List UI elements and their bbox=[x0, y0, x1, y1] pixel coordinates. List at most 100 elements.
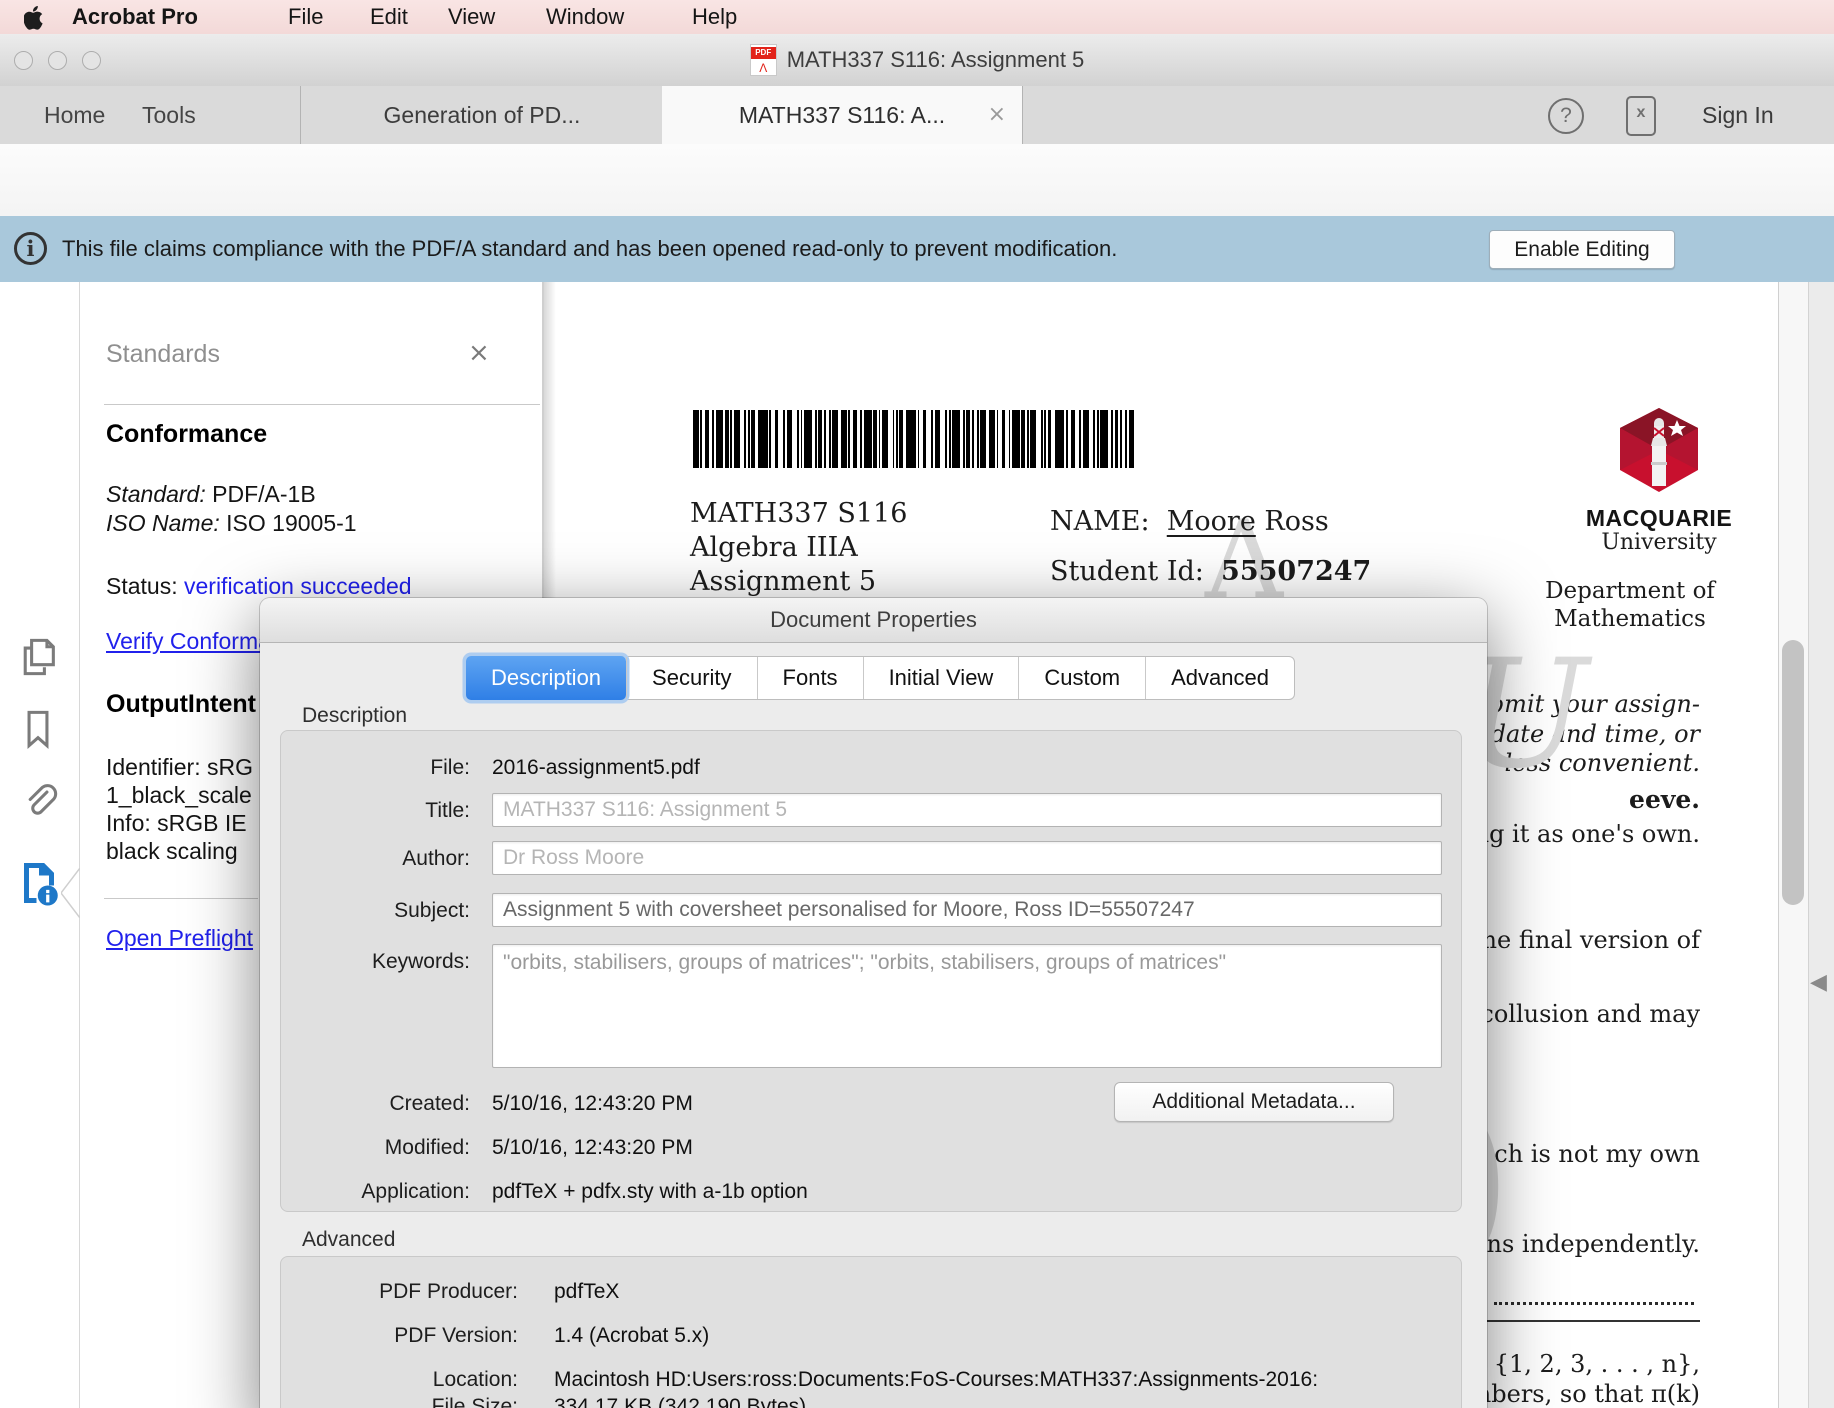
rule-line bbox=[1482, 1320, 1700, 1322]
nav-home[interactable]: Home bbox=[44, 86, 105, 144]
subject-input[interactable]: Assignment 5 with coversheet personalise… bbox=[492, 893, 1442, 927]
enable-editing-button[interactable]: Enable Editing bbox=[1489, 230, 1675, 269]
status-value: verification succeeded bbox=[184, 573, 412, 599]
attachments-icon[interactable] bbox=[16, 778, 60, 824]
sign-in-link[interactable]: Sign In bbox=[1702, 86, 1774, 144]
barcode bbox=[693, 410, 1240, 468]
document-properties-dialog: Document Properties Description Security… bbox=[260, 598, 1487, 1408]
panel-callout-notch bbox=[61, 868, 80, 918]
dotted-signature-line bbox=[1494, 1302, 1694, 1305]
tab-advanced[interactable]: Advanced bbox=[1145, 657, 1294, 699]
assignment-title: Assignment 5 bbox=[690, 566, 876, 597]
logo-subtitle: University bbox=[1576, 530, 1742, 555]
additional-metadata-button[interactable]: Additional Metadata... bbox=[1114, 1082, 1394, 1122]
menu-item-view[interactable]: View bbox=[448, 0, 495, 34]
outputintent-heading: OutputIntent bbox=[106, 690, 256, 719]
doc-tab-bar: Home Tools Generation of PD... MATH337 S… bbox=[0, 86, 1834, 145]
tab-security[interactable]: Security bbox=[626, 657, 756, 699]
iso-label: ISO Name: bbox=[106, 510, 220, 536]
menu-item-edit[interactable]: Edit bbox=[370, 0, 408, 34]
help-icon[interactable]: ? bbox=[1548, 98, 1584, 134]
file-value: 2016-assignment5.pdf bbox=[492, 756, 700, 780]
subject-label: Subject: bbox=[260, 899, 470, 923]
menu-app-name[interactable]: Acrobat Pro bbox=[72, 0, 198, 34]
modified-label: Modified: bbox=[260, 1136, 470, 1160]
screen: Acrobat Pro File Edit View Window Help P… bbox=[0, 0, 1834, 1408]
tab-custom[interactable]: Custom bbox=[1018, 657, 1145, 699]
bookmarks-icon[interactable] bbox=[16, 706, 60, 752]
name-first: Moore bbox=[1167, 506, 1256, 537]
advanced-section-label: Advanced bbox=[302, 1228, 395, 1252]
toolbar: 1 / 2 65.9% ▼ ••• bbox=[0, 144, 1834, 217]
name-label: NAME: bbox=[1050, 506, 1150, 537]
tab-close-icon[interactable]: × bbox=[988, 86, 1006, 144]
logo-title: MACQUARIE bbox=[1576, 505, 1742, 532]
course-code: MATH337 S116 bbox=[690, 498, 907, 529]
panel-close-icon[interactable]: × bbox=[468, 338, 490, 368]
divider bbox=[104, 404, 540, 405]
outputintent-line: 1_black_scale bbox=[106, 782, 252, 809]
tab-initial-view[interactable]: Initial View bbox=[863, 657, 1019, 699]
doc-tab-math337-label: MATH337 S116: A... bbox=[739, 102, 945, 128]
file-size-value: 334.17 KB (342,190 Bytes) bbox=[554, 1395, 806, 1408]
vertical-scrollbar-thumb[interactable] bbox=[1782, 640, 1804, 905]
dialog-title-bar[interactable]: Document Properties bbox=[260, 598, 1487, 643]
keywords-textarea[interactable]: "orbits, stabilisers, groups of matrices… bbox=[492, 944, 1442, 1068]
student-id-label: Student Id: bbox=[1050, 556, 1204, 587]
pdf-producer-label: PDF Producer: bbox=[260, 1280, 518, 1304]
navigation-pane-strip bbox=[0, 282, 80, 1408]
pdf-version-value: 1.4 (Acrobat 5.x) bbox=[554, 1324, 709, 1348]
outputintent-line: Info: sRGB IE bbox=[106, 810, 247, 837]
student-id-row: Student Id: 55507247 bbox=[1050, 556, 1371, 587]
window-title-bar: PDF Λ MATH337 S116: Assignment 5 bbox=[0, 34, 1834, 87]
standard-row: Standard: PDF/A-1B bbox=[106, 481, 316, 508]
standard-label: Standard: bbox=[106, 481, 206, 507]
menu-item-help[interactable]: Help bbox=[692, 0, 737, 34]
info-icon: i bbox=[14, 232, 47, 265]
file-label: File: bbox=[260, 756, 470, 780]
page-thumbnails-icon[interactable] bbox=[16, 634, 60, 680]
pdf-file-icon: PDF Λ bbox=[750, 44, 777, 76]
dialog-tab-control: Description Security Fonts Initial View … bbox=[466, 656, 1295, 700]
application-value: pdfTeX + pdfx.sty with a-1b option bbox=[492, 1180, 808, 1204]
status-row: Status: verification succeeded bbox=[106, 573, 412, 600]
nav-tools[interactable]: Tools bbox=[142, 86, 196, 144]
doc-tab-math337[interactable]: MATH337 S116: A... × bbox=[662, 86, 1023, 145]
created-label: Created: bbox=[260, 1092, 470, 1116]
created-value: 5/10/16, 12:43:20 PM bbox=[492, 1092, 693, 1116]
standards-pane-icon[interactable] bbox=[16, 858, 60, 904]
title-label: Title: bbox=[260, 799, 470, 823]
menu-item-file[interactable]: File bbox=[288, 0, 323, 34]
title-input[interactable]: MATH337 S116: Assignment 5 bbox=[492, 793, 1442, 827]
student-name-row: NAME: Moore Ross bbox=[1050, 506, 1329, 537]
pdf-producer-value: pdfTeX bbox=[554, 1280, 619, 1304]
standards-panel-title: Standards bbox=[106, 340, 220, 369]
open-preflight-link[interactable]: Open Preflight bbox=[106, 925, 253, 952]
outputintent-line: Identifier: sRG bbox=[106, 754, 253, 781]
tab-fonts[interactable]: Fonts bbox=[757, 657, 863, 699]
menu-item-window[interactable]: Window bbox=[546, 0, 624, 34]
conformance-heading: Conformance bbox=[106, 420, 267, 449]
window-title: MATH337 S116: Assignment 5 bbox=[787, 47, 1085, 73]
course-name: Algebra IIIA bbox=[690, 532, 858, 563]
description-section-label: Description bbox=[302, 704, 407, 728]
apple-menu-icon[interactable] bbox=[24, 5, 46, 31]
right-edge-strip bbox=[1808, 282, 1834, 1408]
author-input[interactable]: Dr Ross Moore bbox=[492, 841, 1442, 875]
keywords-label: Keywords: bbox=[260, 950, 470, 974]
location-value: Macintosh HD:Users:ross:Documents:FoS-Co… bbox=[554, 1368, 1318, 1392]
mobile-device-icon[interactable]: x bbox=[1626, 96, 1656, 136]
modified-value: 5/10/16, 12:43:20 PM bbox=[492, 1136, 693, 1160]
tab-description[interactable]: Description bbox=[466, 656, 626, 700]
outputintent-line: black scaling bbox=[106, 838, 238, 865]
standard-value: PDF/A-1B bbox=[212, 481, 316, 507]
pdf-version-label: PDF Version: bbox=[260, 1324, 518, 1348]
collapse-panel-arrow-icon[interactable]: ◀ bbox=[1810, 970, 1827, 995]
doc-tab-generation[interactable]: Generation of PD... bbox=[300, 86, 664, 144]
notice-text: This file claims compliance with the PDF… bbox=[62, 216, 1117, 282]
macos-menu-bar: Acrobat Pro File Edit View Window Help bbox=[0, 0, 1834, 34]
macquarie-shield-logo bbox=[1618, 406, 1700, 502]
dialog-title: Document Properties bbox=[770, 607, 977, 632]
iso-row: ISO Name: ISO 19005-1 bbox=[106, 510, 357, 537]
iso-value: ISO 19005-1 bbox=[226, 510, 356, 536]
